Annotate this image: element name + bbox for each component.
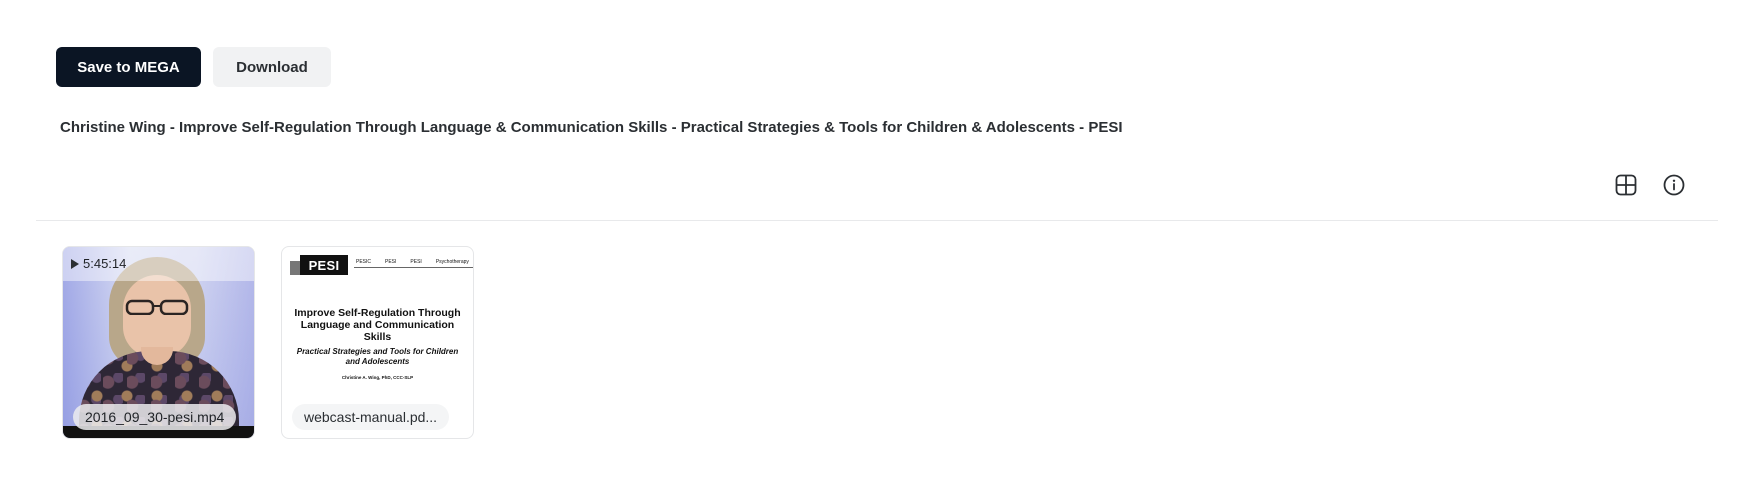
file-name: webcast-manual.pd... <box>292 404 450 430</box>
video-duration: 5:45:14 <box>71 256 126 271</box>
pdf-cover-text: Improve Self-Regulation Through Language… <box>292 307 463 380</box>
folder-title: Christine Wing - Improve Self-Regulation… <box>60 119 1123 136</box>
info-button[interactable] <box>1660 171 1688 199</box>
grid-icon <box>1615 174 1637 196</box>
pesi-logo: PESI <box>300 255 348 275</box>
pdf-subtitle: Practical Strategies and Tools for Child… <box>296 347 459 366</box>
info-icon <box>1663 174 1685 196</box>
pdf-author: Christine A. Wing, PhD, CCC-SLP <box>341 375 414 380</box>
folder-link-page: Save to MEGA Download Christine Wing - I… <box>0 0 1762 486</box>
file-card-pdf[interactable]: PESI PESIC PESI PESI Psychotherapy Impro… <box>281 246 474 439</box>
header-divider <box>36 220 1718 221</box>
save-to-mega-button[interactable]: Save to MEGA <box>56 47 201 87</box>
duration-text: 5:45:14 <box>83 256 127 271</box>
glasses-shape <box>125 299 189 315</box>
file-name: 2016_09_30-pesi.mp4 <box>73 404 237 430</box>
download-button[interactable]: Download <box>213 47 331 87</box>
grid-view-button[interactable] <box>1612 171 1640 199</box>
file-card-video[interactable]: 5:45:14 2016_09_30-pesi.mp4 <box>62 246 255 439</box>
partner-logos: PESIC PESI PESI Psychotherapy <box>354 257 473 268</box>
play-icon <box>71 258 79 269</box>
pdf-title: Improve Self-Regulation Through Language… <box>294 307 461 343</box>
